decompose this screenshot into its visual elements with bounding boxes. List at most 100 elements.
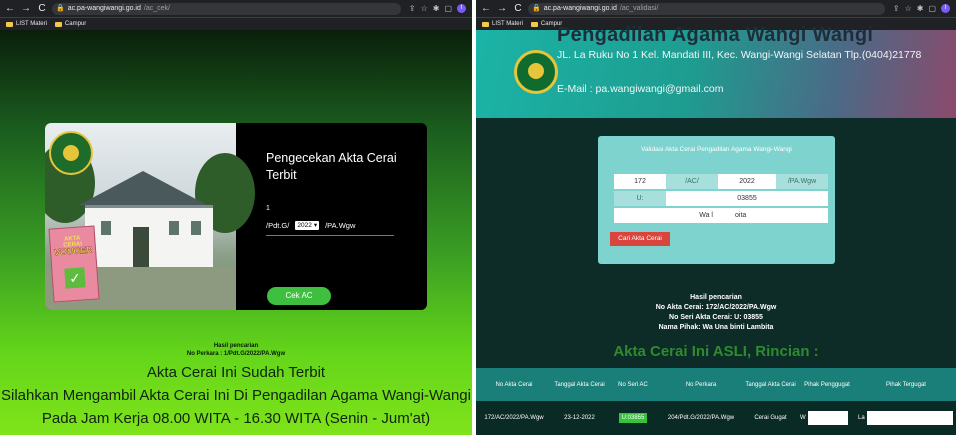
lock-icon: 🔒 xyxy=(532,4,541,12)
folder-icon xyxy=(54,21,62,27)
chevron-down-icon: ▾ xyxy=(313,222,318,229)
book-label-main: VOUCER xyxy=(53,244,93,258)
building-body xyxy=(85,205,213,267)
reload-icon[interactable]: C xyxy=(36,0,48,17)
cek-ac-button[interactable]: Cek AC xyxy=(267,287,331,305)
star-icon[interactable]: ☆ xyxy=(905,4,912,13)
bookmarks-bar: LIST Materi Campur xyxy=(0,17,472,30)
back-arrow-icon[interactable]: ← xyxy=(480,0,492,17)
pa-label: /PA.Wgw xyxy=(776,174,828,189)
hasil-label: Hasil pencarian xyxy=(690,294,742,301)
pa-suffix: /PA.Wgw xyxy=(325,221,356,230)
url-path: /ac_validasi/ xyxy=(619,4,659,12)
year-input[interactable]: 2022 xyxy=(718,174,776,189)
nama-input-part-a: Wa l xyxy=(614,208,721,223)
right-browser-window: ← → C 🔒 ac.pa-wangiwangi.go.id/ac_valida… xyxy=(476,0,956,435)
court-address: JL. La Ruku No 1 Kel. Mandati III, Kec. … xyxy=(557,49,922,61)
address-bar[interactable]: 🔒 ac.pa-wangiwangi.go.id/ac_cek/ xyxy=(52,2,401,15)
lock-icon: 🔒 xyxy=(56,4,65,12)
asli-heading: Akta Cerai Ini ASLI, Rincian : xyxy=(613,343,819,360)
redaction-box xyxy=(807,411,848,425)
url-host: ac.pa-wangiwangi.go.id xyxy=(67,4,141,12)
pdt-prefix: /Pdt.G/ xyxy=(266,221,290,230)
validasi-form: Validasi Akta Cerai Pengadilan Agama Wan… xyxy=(598,136,835,264)
cell-no-seri: U:03855 xyxy=(607,401,659,435)
profile-icon[interactable]: I xyxy=(457,4,466,13)
th-tanggal-2: Tanggal Akta Cerai xyxy=(745,381,796,388)
rincian-table: No Akta Cerai Tanggal Akta Cerai No Seri… xyxy=(476,368,956,435)
window-icon[interactable]: ▢ xyxy=(928,4,936,13)
input-underline xyxy=(266,235,394,236)
result-line-1: Akta Cerai Ini Sudah Terbit xyxy=(146,364,326,381)
validasi-result: Hasil pencarian No Akta Cerai: 172/AC/20… xyxy=(476,293,956,333)
building-window xyxy=(169,221,179,235)
forward-arrow-icon[interactable]: → xyxy=(496,0,508,17)
court-email: E-Mail : pa.wangiwangi@gmail.com xyxy=(557,83,724,95)
url-path: /ac_cek/ xyxy=(143,4,170,12)
nama-pihak: Nama Pihak: Wa Una binti Lambita xyxy=(658,324,774,331)
card-title: Pengecekan Akta Cerai Terbit xyxy=(266,151,397,182)
bookmark-list-materi[interactable]: LIST Materi xyxy=(482,21,523,27)
th-no-seri: No Seri AC xyxy=(618,381,648,388)
year-select[interactable]: 2022 ▾ xyxy=(295,221,320,230)
folder-icon xyxy=(482,21,489,27)
bookmark-campur[interactable]: Campur xyxy=(54,21,86,27)
seri-label: U: xyxy=(614,191,666,206)
extensions-icon[interactable]: ✱ xyxy=(433,4,440,13)
seri-row: U: 03855 xyxy=(614,191,828,206)
court-emblem-icon xyxy=(514,50,558,94)
cell-tanggal: 23-12-2022 xyxy=(564,415,595,421)
cari-akta-cerai-button[interactable]: Cari Akta Cerai xyxy=(610,232,670,246)
perkara-number-input[interactable]: 1 xyxy=(266,205,270,212)
seri-input[interactable]: 03855 xyxy=(666,191,828,206)
left-browser-window: ← → C 🔒 ac.pa-wangiwangi.go.id/ac_cek/ ⇪… xyxy=(0,0,472,435)
court-title: Pengadilan Agama Wangi Wangi xyxy=(557,24,874,46)
th-tanggal: Tanggal Akta Cerai xyxy=(554,381,605,388)
table-header: No Akta Cerai Tanggal Akta Cerai No Seri… xyxy=(476,368,956,401)
perkara-row: /Pdt.G/ 2022 ▾ /PA.Wgw xyxy=(266,221,355,230)
result-header: Hasil pencarian No Perkara : 1/Pdt.G/202… xyxy=(0,342,472,358)
th-tergugat: Pihak Tergugat xyxy=(886,381,926,388)
akta-cerai-book-image: AKTA CERAI VOUCER ✓ xyxy=(48,225,100,303)
window-icon[interactable]: ▢ xyxy=(444,4,452,13)
no-seri-akta: No Seri Akta Cerai: U: 03855 xyxy=(669,314,763,321)
browser-toolbar: ← → C 🔒 ac.pa-wangiwangi.go.id/ac_valida… xyxy=(476,0,956,17)
cek-card: AKTA CERAI VOUCER ✓ Pengecekan Akta Cera… xyxy=(45,123,427,310)
star-icon[interactable]: ☆ xyxy=(421,4,428,13)
cell-penggugat: W xyxy=(798,401,856,435)
akta-number-input[interactable]: 172 xyxy=(614,174,666,189)
nama-row[interactable]: Wa l oita xyxy=(614,208,828,223)
building-window xyxy=(191,221,201,235)
url-host: ac.pa-wangiwangi.go.id xyxy=(543,4,617,12)
checkmark-icon: ✓ xyxy=(64,267,86,289)
folder-icon xyxy=(6,21,13,27)
cell-jenis: Cerai Gugat xyxy=(754,415,787,421)
cell-tergugat: La xyxy=(856,401,956,435)
validasi-title: Validasi Akta Cerai Pengadilan Agama Wan… xyxy=(641,146,792,153)
cek-page: AKTA CERAI VOUCER ✓ Pengecekan Akta Cera… xyxy=(0,30,472,435)
profile-icon[interactable]: I xyxy=(941,4,950,13)
hasil-label: Hasil pencarian xyxy=(213,343,259,349)
ac-label: /AC/ xyxy=(666,174,718,189)
cell-no-akta: 172/AC/2022/PA.Wgw xyxy=(484,415,544,421)
building-door xyxy=(133,227,149,267)
validasi-page: Pengadilan Agama Wangi Wangi JL. La Ruku… xyxy=(476,24,956,435)
bookmark-list-materi[interactable]: LIST Materi xyxy=(6,21,47,27)
no-akta-cerai: No Akta Cerai: 172/AC/2022/PA.Wgw xyxy=(655,304,777,311)
akta-number-row: 172 /AC/ 2022 /PA.Wgw xyxy=(614,174,828,189)
forward-arrow-icon[interactable]: → xyxy=(20,0,32,17)
reload-icon[interactable]: C xyxy=(512,0,524,17)
court-building-photo: AKTA CERAI VOUCER ✓ xyxy=(45,123,255,310)
result-message: Akta Cerai Ini Sudah Terbit Silahkan Men… xyxy=(0,361,472,430)
browser-toolbar: ← → C 🔒 ac.pa-wangiwangi.go.id/ac_cek/ ⇪… xyxy=(0,0,472,17)
extensions-icon[interactable]: ✱ xyxy=(917,4,924,13)
th-penggugat: Pihak Penggugat xyxy=(804,381,850,388)
folder-icon xyxy=(530,21,538,27)
address-bar[interactable]: 🔒 ac.pa-wangiwangi.go.id/ac_validasi/ xyxy=(528,2,885,15)
result-line-2: Silahkan Mengambil Akta Cerai Ini Di Pen… xyxy=(1,387,471,404)
share-icon[interactable]: ⇪ xyxy=(409,4,416,13)
share-icon[interactable]: ⇪ xyxy=(893,4,900,13)
back-arrow-icon[interactable]: ← xyxy=(4,0,16,17)
table-row: 172/AC/2022/PA.Wgw 23-12-2022 U:03855 20… xyxy=(476,401,956,435)
result-line-3: Pada Jam Kerja 08.00 WITA - 16.30 WITA (… xyxy=(41,410,431,427)
